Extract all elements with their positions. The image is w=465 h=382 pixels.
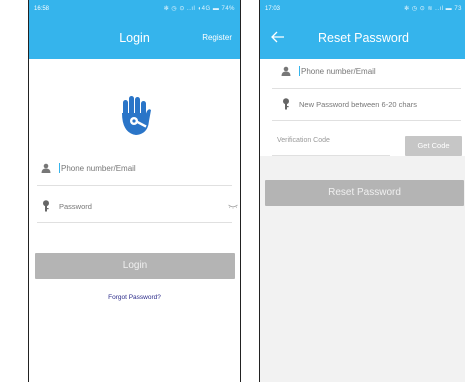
reset-password-screen: 17:03 ✻ ◷ ⊙ ≋ ..ıl ▬ 73 Reset Password P… bbox=[259, 0, 465, 382]
text-caret bbox=[59, 163, 60, 173]
verification-code-placeholder: Verification Code bbox=[277, 137, 330, 144]
page-title: Reset Password bbox=[317, 31, 409, 45]
text-caret bbox=[299, 66, 300, 76]
phone-email-placeholder: Phone number/Email bbox=[61, 163, 136, 173]
divider bbox=[272, 155, 390, 156]
app-bar: Login Register bbox=[29, 17, 240, 59]
status-time: 17:03 bbox=[265, 5, 281, 12]
hand-key-logo bbox=[122, 96, 151, 135]
key-icon bbox=[43, 200, 49, 212]
app-bar: Reset Password bbox=[260, 17, 465, 59]
status-time: 16:58 bbox=[34, 5, 50, 12]
phone-email-input[interactable]: Phone number/Email bbox=[281, 66, 376, 76]
divider bbox=[37, 222, 232, 223]
person-icon bbox=[41, 163, 51, 173]
key-icon bbox=[283, 98, 289, 110]
page: 16:58 ✻ ◷ ⊙ ..ıl ◖4G ▬ 74% Login Registe… bbox=[0, 0, 465, 382]
reset-password-button[interactable]: Reset Password bbox=[265, 180, 464, 206]
phone-email-input[interactable]: Phone number/Email bbox=[41, 163, 136, 173]
new-password-placeholder: New Password between 6-20 chars bbox=[299, 99, 417, 109]
password-input[interactable]: Password bbox=[41, 200, 92, 212]
divider bbox=[272, 120, 461, 121]
register-link[interactable]: Register bbox=[202, 33, 232, 42]
forgot-password-link[interactable]: Forgot Password? bbox=[29, 294, 240, 301]
person-icon bbox=[281, 66, 291, 76]
login-button[interactable]: Login bbox=[35, 253, 235, 279]
password-placeholder: Password bbox=[59, 201, 92, 211]
status-icons: ✻ ◷ ⊙ ..ıl ◖4G ▬ 74% bbox=[163, 6, 235, 12]
divider bbox=[272, 88, 461, 89]
get-code-button[interactable]: Get Code bbox=[405, 136, 462, 156]
verification-code-input[interactable]: Verification Code bbox=[277, 137, 330, 144]
divider bbox=[37, 185, 232, 186]
new-password-input[interactable]: New Password between 6-20 chars bbox=[281, 98, 417, 110]
eye-icon[interactable] bbox=[228, 204, 238, 209]
phone-email-placeholder: Phone number/Email bbox=[301, 66, 376, 76]
status-bar: 16:58 ✻ ◷ ⊙ ..ıl ◖4G ▬ 74% bbox=[29, 0, 240, 17]
status-icons: ✻ ◷ ⊙ ≋ ..ıl ▬ 73 bbox=[404, 6, 462, 12]
status-bar: 17:03 ✻ ◷ ⊙ ≋ ..ıl ▬ 73 bbox=[260, 0, 465, 17]
login-screen: 16:58 ✻ ◷ ⊙ ..ıl ◖4G ▬ 74% Login Registe… bbox=[28, 0, 241, 382]
